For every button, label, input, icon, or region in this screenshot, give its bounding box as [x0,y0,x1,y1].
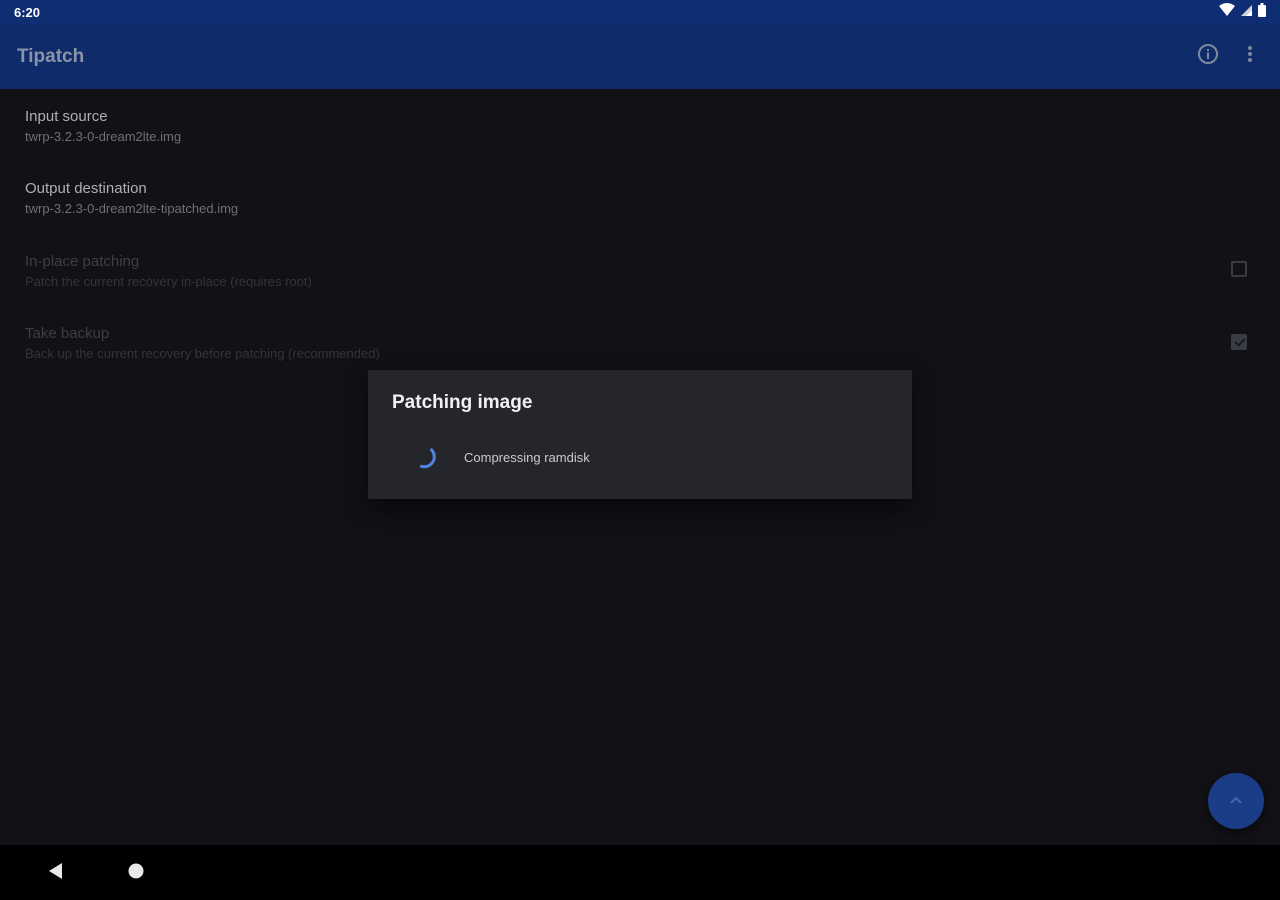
pref-in-place-patching: In-place patching Patch the current reco… [0,234,1280,306]
pref-summary: Patch the current recovery in-place (req… [25,274,312,289]
overflow-menu-button[interactable] [1238,44,1262,68]
patching-dialog: Patching image Compressing ramdisk [368,370,912,499]
app-title: Tipatch [17,46,85,67]
chevron-up-icon [1229,792,1243,810]
home-button[interactable] [122,859,150,887]
pref-summary: twrp-3.2.3-0-dream2lte-tipatched.img [25,201,239,216]
back-button[interactable] [42,859,70,887]
status-time: 6:20 [14,5,41,20]
info-icon [1197,43,1219,70]
navigation-bar [0,845,1280,900]
back-icon [48,862,64,884]
status-bar: 6:20 [0,0,1280,24]
battery-icon [1258,2,1266,22]
pref-title: Input source [25,108,108,125]
pref-input-source[interactable]: Input source twrp-3.2.3-0-dream2lte.img [0,89,1280,161]
pref-title: In-place patching [25,253,140,270]
in-place-patching-checkbox [1231,261,1247,277]
pref-title: Take backup [25,325,110,342]
pref-title: Output destination [25,180,147,197]
progress-spinner-icon [414,446,438,470]
pref-output-destination[interactable]: Output destination twrp-3.2.3-0-dream2lt… [0,161,1280,233]
dialog-title: Patching image [392,392,533,413]
pref-take-backup: Take backup Back up the current recovery… [0,306,1280,378]
overflow-menu-icon [1247,45,1253,68]
app-bar: Tipatch [0,24,1280,89]
info-button[interactable] [1196,43,1220,70]
take-backup-checkbox [1231,334,1247,350]
pref-summary: Back up the current recovery before patc… [25,346,380,361]
home-icon [128,863,144,884]
scroll-up-fab[interactable] [1208,773,1264,829]
status-icons [1219,2,1266,22]
wifi-icon [1219,3,1235,21]
dialog-message: Compressing ramdisk [464,450,590,465]
pref-summary: twrp-3.2.3-0-dream2lte.img [25,129,182,144]
signal-icon [1241,3,1252,21]
